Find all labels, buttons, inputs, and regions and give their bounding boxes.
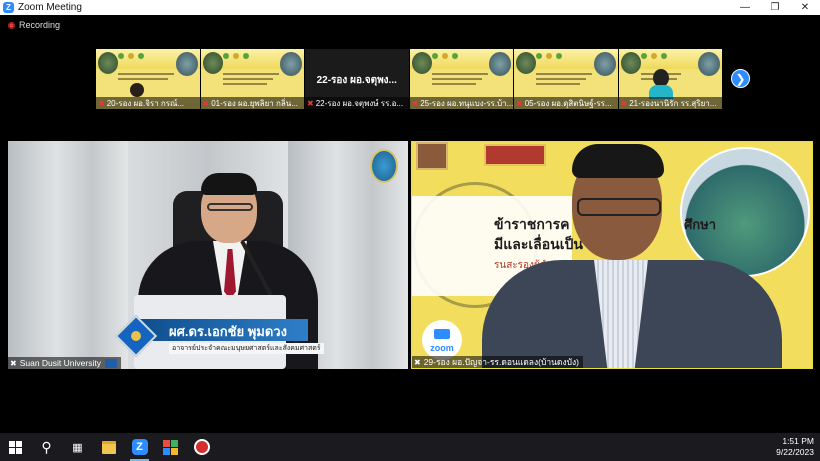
app-tiles-icon — [163, 439, 178, 455]
participant-thumbnail[interactable]: ✖ 20-รอง ผอ.จิรา กรณ์... — [96, 49, 200, 109]
search-icon: ⚲ — [41, 438, 52, 455]
mic-muted-icon: ✖ — [414, 357, 421, 367]
minimize-icon[interactable]: — — [730, 0, 760, 15]
task-view-button[interactable]: ▦ — [62, 433, 93, 461]
participant-thumbnail[interactable]: 22-รอง ผอ.จตุพง... ✖ 22-รอง ผอ.จตุพงษ์ รร… — [305, 49, 409, 109]
close-icon[interactable]: ✕ — [790, 0, 820, 15]
zoom-logo-text: zoom — [430, 343, 454, 353]
participant-thumbnail[interactable]: ✖ 21-รองนานิรัก รร.สุริยา... — [618, 49, 722, 109]
thumbnail-name-bar: ✖ 05-รอง ผอ.ดุสิตนิษฐ์-รร... — [514, 97, 618, 109]
thumbnail-name: 01-รอง ผอ.ยุพลิยา กลิ่น... — [211, 98, 298, 108]
zoom-logo-icon: zoom — [422, 320, 462, 360]
recording-indicator[interactable]: Recording — [8, 20, 60, 30]
app-taskbar-button[interactable] — [155, 433, 186, 461]
windows-logo-icon — [9, 440, 22, 454]
name-lower-third: ผศ.ดร.เอกชัย พุมดวง อาจารย์ประจำคณะมนุษย… — [113, 314, 324, 358]
mic-muted-icon: ✖ — [307, 98, 314, 108]
participant-thumbnail[interactable]: ✖ 01-รอง ผอ.ยุพลิยา กลิ่น... — [200, 49, 304, 109]
restore-icon[interactable]: ❐ — [760, 0, 790, 15]
record-dot-icon — [8, 21, 15, 29]
thumbnail-display-name: 22-รอง ผอ.จตุพง... — [316, 75, 397, 86]
title-bar: Z Zoom Meeting — ❐ ✕ — [0, 0, 820, 15]
thumbnail-name-bar: ✖ 01-รอง ผอ.ยุพลิยา กลิ่น... — [200, 97, 304, 109]
thumbnail-name-bar: ✖ 22-รอง ผอ.จตุพงษ์ รร.อ... — [305, 97, 409, 109]
participant-name-bar: ✖ Suan Dusit University — [8, 357, 121, 369]
search-button[interactable]: ⚲ — [31, 433, 62, 461]
zoom-taskbar-button[interactable]: Z — [124, 433, 155, 461]
video-stats-icon — [104, 358, 117, 368]
clock-date: 9/22/2023 — [776, 447, 814, 457]
thumbnail-name-bar: ✖ 20-รอง ผอ.จิรา กรณ์... — [96, 97, 200, 109]
participant-thumbnail[interactable]: ✖ 05-รอง ผอ.ดุสิตนิษฐ์-รร... — [514, 49, 618, 109]
poster-text-line2: มีและเลื่อนเป็น — [494, 236, 583, 252]
thumbnail-name: 21-รองนานิรัก รร.สุริยา... — [629, 98, 717, 108]
participant-name: 29-รอง ผอ.ปัญจา-รร.ดอนแดลง(บ้านดงบัง) — [423, 357, 579, 367]
video-tile-right[interactable]: ข้าราชการค มีและเลื่อนเป็น รนสะรองผู้อำน… — [411, 141, 813, 369]
clock-time: 1:51 PM — [782, 436, 814, 446]
participant-thumbnail-strip: ✖ 20-รอง ผอ.จิรา กรณ์... ✖ 01-รอง ผอ.ยุพลิ… — [96, 49, 722, 109]
video-tile-left[interactable]: ผศ.ดร.เอกชัย พุมดวง อาจารย์ประจำคณะมนุษย… — [8, 141, 408, 369]
recorder-taskbar-button[interactable] — [186, 433, 217, 461]
file-explorer-button[interactable] — [93, 433, 124, 461]
speaker-title: อาจารย์ประจำคณะมนุษยศาสตร์และสังคมศาสตร์ — [169, 343, 324, 354]
zoom-app-icon: Z — [3, 2, 14, 13]
system-clock[interactable]: 1:51 PM 9/22/2023 — [776, 433, 814, 461]
mic-muted-icon: ✖ — [620, 98, 628, 108]
window-controls: — ❐ ✕ — [730, 0, 820, 15]
speaker-name: ผศ.ดร.เอกชัย พุมดวง — [169, 324, 287, 339]
mic-muted-icon: ✖ — [516, 98, 523, 108]
university-crest-icon — [370, 149, 398, 183]
participant-name: Suan Dusit University — [19, 358, 101, 368]
thumbnail-name-bar: ✖ 25-รอง ผอ.ทนุแบง-รร.บ้า... — [409, 97, 513, 109]
folder-icon — [101, 440, 116, 454]
mic-muted-icon: ✖ — [411, 98, 419, 108]
recorder-icon — [193, 439, 210, 455]
zoom-app-icon: Z — [131, 439, 148, 455]
thumbnail-name: 05-รอง ผอ.ดุสิตนิษฐ์-รร... — [524, 98, 612, 108]
thumbnail-name: 20-รอง ผอ.จิรา กรณ์... — [106, 98, 185, 108]
mic-muted-icon: ✖ — [10, 358, 17, 368]
poster-text-line4: ศึกษา — [684, 217, 716, 232]
task-view-icon: ▦ — [72, 441, 83, 454]
recording-label: Recording — [19, 20, 61, 30]
mic-muted-icon: ✖ — [98, 98, 105, 108]
windows-taskbar: ⚲ ▦ Z 1:51 PM 9/22/2023 — [0, 433, 820, 461]
start-button[interactable] — [0, 433, 31, 461]
participant-thumbnail[interactable]: ✖ 25-รอง ผอ.ทนุแบง-รร.บ้า... — [409, 49, 513, 109]
thumbnail-name-bar: ✖ 21-รองนานิรัก รร.สุริยา... — [618, 97, 722, 109]
window-title: Zoom Meeting — [18, 2, 82, 13]
next-page-button[interactable]: ❯ — [731, 69, 750, 88]
poster-text-line1: ข้าราชการค — [494, 216, 570, 232]
thumbnail-name: 22-รอง ผอ.จตุพงษ์ รร.อ... — [315, 98, 404, 108]
participant-name-bar: ✖ 29-รอง ผอ.ปัญจา-รร.ดอนแดลง(บ้านดงบัง) — [412, 356, 583, 368]
mic-muted-icon: ✖ — [202, 98, 210, 108]
thumbnail-name: 25-รอง ผอ.ทนุแบง-รร.บ้า... — [420, 98, 513, 108]
chevron-right-icon: ❯ — [735, 71, 746, 86]
